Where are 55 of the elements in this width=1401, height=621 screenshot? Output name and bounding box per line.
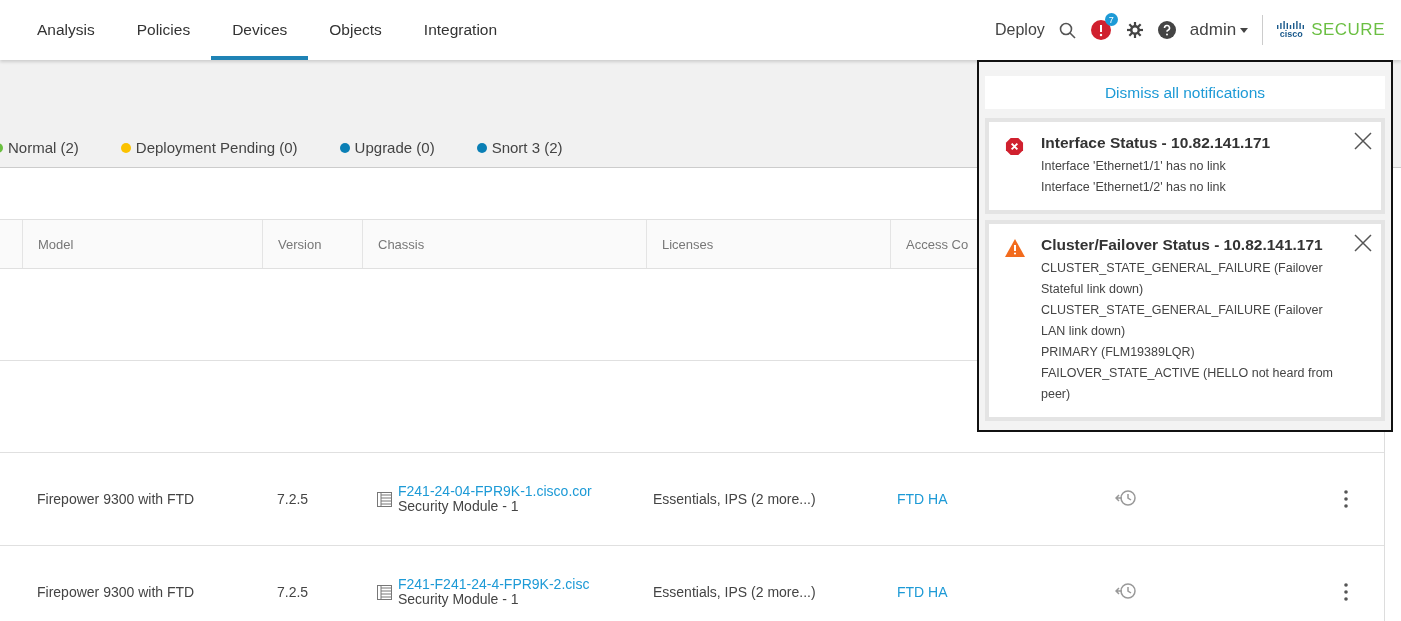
notification-message: FAILOVER_STATE_ACTIVE (HELLO not heard from peer): [1041, 365, 1334, 403]
table-cell-text: Essentials, IPS (2 more...): [652, 491, 817, 507]
column-header[interactable]: Licenses: [662, 236, 714, 252]
close-button[interactable]: [1353, 234, 1373, 254]
legend-label: Snort 3 (2): [491, 139, 563, 156]
dismiss-all-button[interactable]: Dismiss all notifications: [985, 76, 1385, 109]
chassis-link[interactable]: F241-24-04-FPR9K-1.cisco.cor: [398, 484, 592, 499]
deploy-link[interactable]: Deploy: [995, 21, 1045, 39]
close-button[interactable]: [1353, 132, 1373, 152]
more-icon[interactable]: [1344, 490, 1348, 508]
notification-title: Interface Status - 10.82.141.171: [1041, 134, 1271, 152]
notification-message: Interface 'Ethernet1/1' has no link: [1041, 158, 1227, 175]
column-header[interactable]: Access Co: [906, 236, 969, 252]
nav-tab[interactable]: Objects: [308, 0, 403, 60]
module-label: Security Module - 1: [398, 499, 520, 514]
settings-icon[interactable]: [1125, 21, 1144, 39]
error-icon: [1005, 137, 1024, 156]
user-menu[interactable]: admin: [1189, 20, 1237, 40]
column-header[interactable]: Version: [278, 236, 322, 252]
legend-label: Upgrade (0): [354, 139, 435, 156]
chassis-icon: [377, 584, 392, 600]
nav-tab[interactable]: Policies: [115, 0, 212, 60]
bars-icon: [1277, 21, 1306, 29]
notification-message: Interface 'Ethernet1/2' has no link: [1041, 179, 1227, 196]
history-icon[interactable]: [1115, 581, 1137, 600]
chassis-link[interactable]: F241-F241-24-4-FPR9K-2.cisc: [398, 577, 590, 592]
more-icon[interactable]: [1344, 583, 1348, 601]
help-icon[interactable]: [1157, 21, 1176, 39]
policy-link[interactable]: FTD HA: [897, 491, 948, 507]
table-cell-text: Firepower 9300 with FTD: [36, 584, 196, 600]
policy-link[interactable]: FTD HA: [897, 584, 948, 600]
alert-icon[interactable]: [1089, 19, 1112, 41]
caret-icon: [1240, 27, 1249, 33]
search-icon[interactable]: [1058, 21, 1076, 39]
warning-icon: [1005, 239, 1025, 257]
table-cell-text: Essentials, IPS (2 more...): [652, 584, 817, 600]
table-cell-text: 7.2.5: [276, 584, 310, 600]
chassis-icon: [377, 491, 392, 507]
column-header[interactable]: Model: [38, 236, 74, 252]
product-name: SECURE: [1311, 20, 1385, 40]
history-icon[interactable]: [1115, 488, 1137, 507]
notification-message: PRIMARY (FLM19389LQR): [1041, 344, 1196, 361]
logo-wordmark: cisco: [1279, 29, 1303, 39]
notification-message: CLUSTER_STATE_GENERAL_FAILURE (Failover Stateful link down): [1041, 260, 1324, 298]
legend-label: Deployment Pending (0): [135, 139, 298, 156]
table-cell-text: 7.2.5: [276, 491, 310, 507]
notification-badge: 7: [1104, 13, 1118, 26]
column-header[interactable]: Chassis: [378, 236, 425, 252]
nav-tab[interactable]: Integration: [402, 0, 519, 60]
nav-tab[interactable]: Analysis: [16, 0, 116, 60]
notification-message: CLUSTER_STATE_GENERAL_FAILURE (Failover LAN link down): [1041, 302, 1324, 340]
legend-label: Normal (2): [8, 139, 79, 156]
notification-title: Cluster/Failover Status - 10.82.141.171: [1041, 236, 1323, 254]
table-cell-text: Firepower 9300 with FTD: [36, 491, 196, 507]
module-label: Security Module - 1: [398, 592, 520, 607]
